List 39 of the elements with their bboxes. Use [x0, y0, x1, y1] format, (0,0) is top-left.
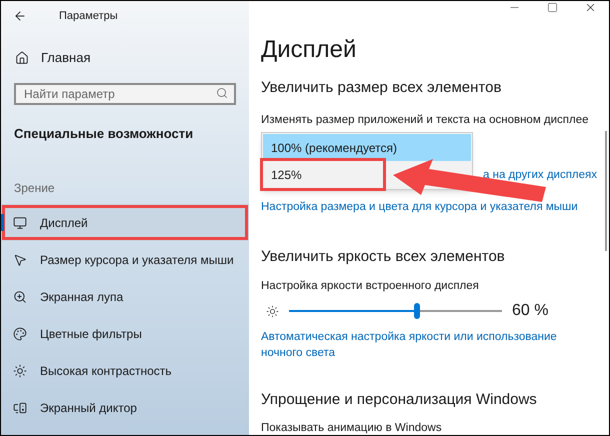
slider-thumb[interactable]	[414, 303, 420, 319]
pointer-icon	[13, 252, 27, 266]
page-title: Дисплей	[261, 35, 358, 65]
dropdown-option[interactable]: 100% (рекомендуется)	[263, 134, 471, 161]
brightness-slider[interactable]	[289, 303, 502, 319]
nav-item[interactable]: Цветные фильтры	[1, 315, 249, 352]
search-field[interactable]: Найти параметр	[14, 82, 236, 104]
magnifier-icon	[13, 290, 27, 304]
setting-label: Изменять размер приложений и текста на основном дисплее	[261, 112, 590, 128]
palette-icon	[13, 326, 27, 340]
dropdown-option[interactable]: 125%	[263, 161, 383, 188]
section-heading: Увеличить яркость всех элементов	[261, 247, 506, 268]
monitor-speaker-icon	[13, 400, 27, 414]
brightness-icon	[266, 304, 279, 318]
sun-icon	[13, 364, 27, 378]
nav-item[interactable]: Дисплей	[1, 204, 249, 241]
nav-item[interactable]: Экранная лупа	[1, 278, 249, 315]
window-title: Параметры	[59, 8, 118, 24]
nav-item[interactable]: Высокая контрастность	[1, 352, 249, 389]
nav-item[interactable]: Размер курсора и указателя мыши	[1, 241, 249, 278]
brightness-value: 60 %	[512, 301, 548, 321]
scrollbar[interactable]	[605, 131, 607, 251]
home-icon	[15, 50, 29, 65]
home-item[interactable]: Главная	[1, 48, 249, 68]
section-heading: Упрощение и персонализация Windows	[261, 390, 538, 410]
maximize-icon[interactable]	[547, 2, 558, 13]
section-title: Специальные возможности	[13, 124, 194, 143]
group-label: Зрение	[13, 180, 56, 197]
setting-label: Настройка яркости встроенного дисплея	[261, 278, 480, 294]
setting-label: Показывать анимацию в Windows	[261, 420, 443, 435]
section-heading: Увеличить размер всех элементов	[261, 78, 502, 98]
link[interactable]: Настройка размера и цвета для курсора и указателя мыши	[261, 199, 609, 216]
nav-item[interactable]: Экранный диктор	[1, 389, 249, 426]
search-icon	[216, 86, 228, 98]
link[interactable]: а на других дисплеях	[483, 166, 609, 184]
close-icon[interactable]	[584, 1, 597, 14]
monitor-icon	[13, 216, 27, 230]
back-icon[interactable]	[13, 9, 27, 23]
link[interactable]: Автоматическая настройка яркости или использование ночного света	[261, 329, 581, 361]
